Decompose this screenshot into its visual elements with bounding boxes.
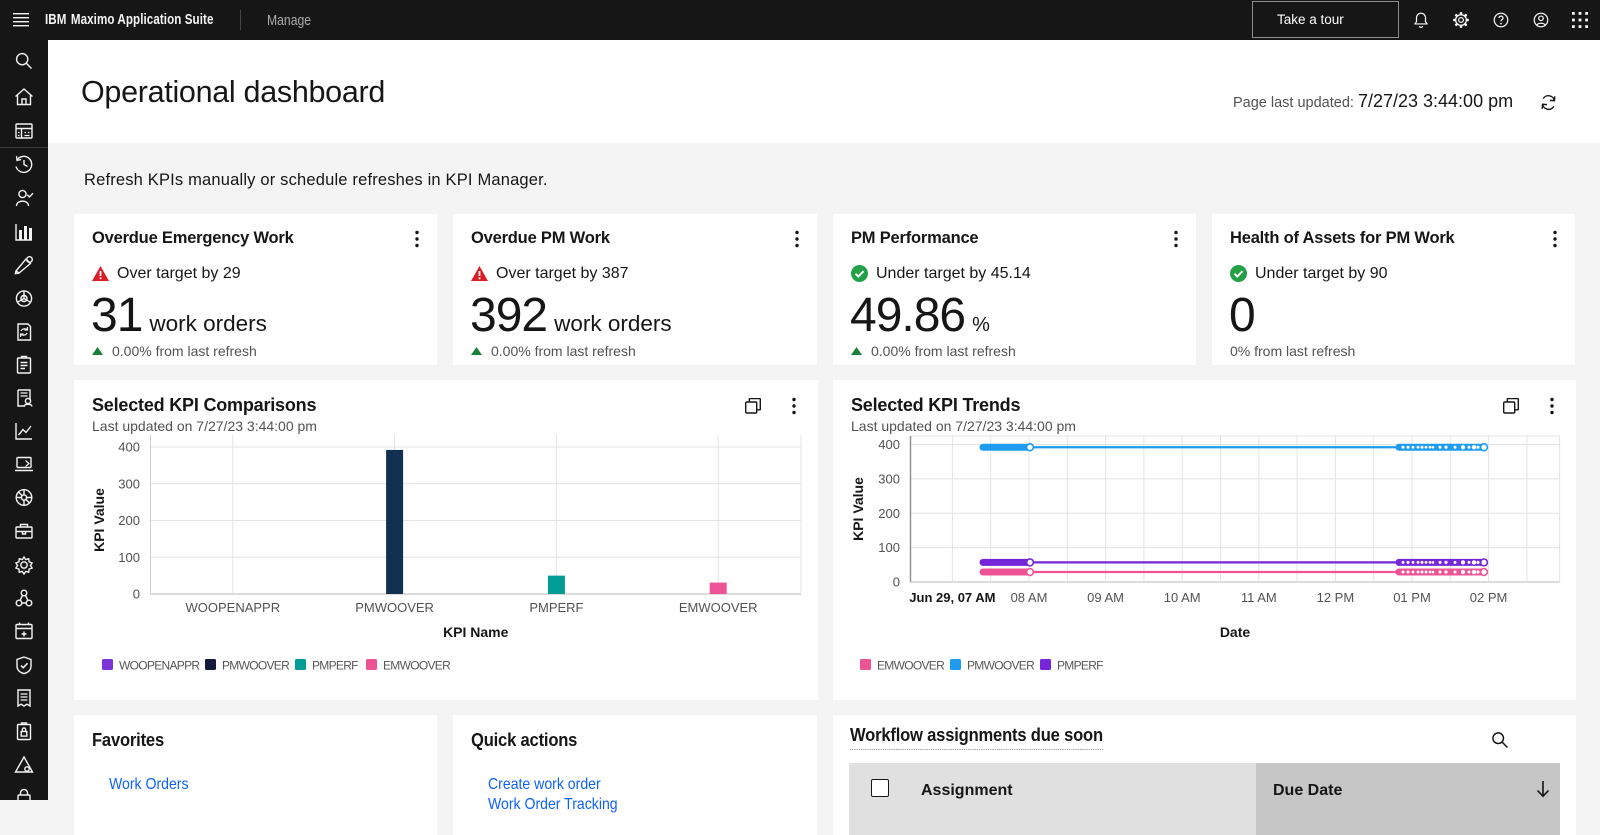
- svg-text:02 PM: 02 PM: [1470, 590, 1508, 605]
- svg-text:PMPERF: PMPERF: [529, 600, 583, 615]
- svg-text:WOOPENAPPR: WOOPENAPPR: [185, 600, 280, 615]
- svg-text:400: 400: [878, 437, 900, 452]
- svg-text:KPI Value: KPI Value: [850, 477, 866, 541]
- svg-text:0: 0: [893, 575, 900, 590]
- svg-text:PMWOOVER: PMWOOVER: [967, 659, 1035, 673]
- svg-text:11 AM: 11 AM: [1241, 590, 1277, 605]
- svg-text:PMPERF: PMPERF: [1057, 659, 1103, 673]
- svg-text:EMWOOVER: EMWOOVER: [877, 659, 945, 673]
- svg-text:EMWOOVER: EMWOOVER: [679, 600, 758, 615]
- svg-text:Date: Date: [1220, 624, 1251, 640]
- svg-text:PMPERF: PMPERF: [312, 659, 358, 673]
- svg-text:0: 0: [133, 587, 140, 602]
- svg-text:400: 400: [118, 440, 140, 455]
- svg-text:100: 100: [878, 540, 900, 555]
- svg-text:Jun 29, 07 AM: Jun 29, 07 AM: [909, 590, 995, 605]
- svg-text:100: 100: [118, 550, 140, 565]
- svg-text:200: 200: [118, 513, 140, 528]
- svg-text:KPI Value: KPI Value: [91, 488, 107, 552]
- svg-text:300: 300: [118, 476, 140, 491]
- svg-text:PMWOOVER: PMWOOVER: [222, 659, 290, 673]
- svg-text:PMWOOVER: PMWOOVER: [355, 600, 434, 615]
- svg-text:EMWOOVER: EMWOOVER: [383, 659, 451, 673]
- svg-text:12 PM: 12 PM: [1317, 590, 1355, 605]
- svg-text:KPI Name: KPI Name: [443, 624, 509, 640]
- svg-text:10 AM: 10 AM: [1164, 590, 1201, 605]
- svg-text:08 AM: 08 AM: [1011, 590, 1048, 605]
- svg-text:09 AM: 09 AM: [1087, 590, 1124, 605]
- svg-text:300: 300: [878, 471, 900, 486]
- svg-text:WOOPENAPPR: WOOPENAPPR: [119, 659, 200, 673]
- svg-text:200: 200: [878, 506, 900, 521]
- svg-text:01 PM: 01 PM: [1393, 590, 1431, 605]
